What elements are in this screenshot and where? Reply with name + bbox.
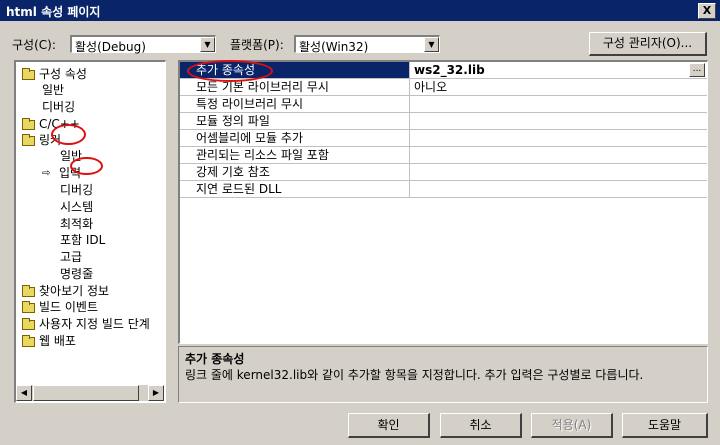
tree-item-label: 일반 (42, 83, 65, 97)
tree-item-label: 디버깅 (60, 183, 94, 197)
tree-item-label: C/C++ (39, 117, 80, 131)
selected-arrow-icon: ⇨ (42, 168, 51, 179)
folder-icon (22, 301, 35, 313)
property-row[interactable]: 강제 기호 참조 (180, 164, 707, 181)
property-value[interactable] (411, 96, 710, 112)
description-panel: 추가 종속성 링크 줄에 kernel32.lib와 같이 추가할 항목을 지정… (178, 346, 708, 403)
folder-icon (22, 285, 35, 297)
property-name: 모든 기본 라이브러리 무시 (180, 79, 410, 95)
help-button[interactable]: 도움말 (622, 413, 708, 438)
tree-item-label: 시스템 (60, 200, 94, 214)
scroll-right-icon[interactable]: ▶ (148, 385, 164, 401)
property-name: 추가 종속성 (180, 62, 410, 78)
close-button[interactable]: X (698, 3, 716, 19)
config-select-value: 활성(Debug) (75, 40, 146, 54)
tree-item-label: 최적화 (60, 217, 94, 231)
property-row[interactable]: 어셈블리에 모듈 추가 (180, 130, 707, 147)
property-grid[interactable]: 추가 종속성 ws2_32.lib... 모든 기본 라이브러리 무시 아니오 특정 라… (178, 60, 708, 344)
property-row[interactable]: 특정 라이브러리 무시 (180, 96, 707, 113)
tree-horizontal-scrollbar[interactable]: ◀ ▶ (16, 385, 164, 401)
tree-item-label: 웹 배포 (39, 334, 76, 348)
property-value[interactable] (411, 130, 710, 146)
property-name: 특정 라이브러리 무시 (180, 96, 410, 112)
scroll-left-icon[interactable]: ◀ (16, 385, 32, 401)
tree-item-label: 사용자 지정 빌드 단계 (39, 317, 150, 331)
property-row[interactable]: 모든 기본 라이브러리 무시 아니오 (180, 79, 707, 96)
apply-button[interactable]: 적용(A) (531, 413, 613, 438)
cancel-button[interactable]: 취소 (440, 413, 522, 438)
property-tree[interactable]: 구성 속성 일반 디버깅 C/C++ 링커 일반 ⇨ 입력 디버깅 시스템 최적화 포함 IDL 고급 명… (14, 60, 166, 403)
property-name: 지연 로드된 DLL (180, 181, 410, 197)
property-value[interactable] (411, 147, 710, 163)
platform-label: 플랫폼(P): (230, 38, 284, 52)
folder-open-icon (22, 68, 35, 80)
property-name: 모듈 정의 파일 (180, 113, 410, 129)
config-label: 구성(C): (12, 38, 56, 52)
config-manager-button[interactable]: 구성 관리자(O)... (589, 32, 707, 56)
tree-item-label: 빌드 이벤트 (39, 300, 99, 314)
folder-icon (22, 335, 35, 347)
description-text: 링크 줄에 kernel32.lib와 같이 추가할 항목을 지정합니다. 추가… (185, 368, 644, 382)
ok-button[interactable]: 확인 (348, 413, 430, 438)
property-row[interactable]: 추가 종속성 ws2_32.lib... (180, 62, 707, 79)
description-title: 추가 종속성 (185, 352, 245, 366)
title-bar: html 속성 페이지 X (0, 0, 720, 21)
config-select[interactable]: 활성(Debug) ▼ (70, 35, 216, 54)
property-name: 어셈블리에 모듈 추가 (180, 130, 410, 146)
property-value[interactable] (411, 181, 710, 197)
tree-item-label: 디버깅 (42, 100, 76, 114)
platform-select-value: 활성(Win32) (299, 40, 369, 54)
chevron-down-icon[interactable]: ▼ (424, 37, 439, 52)
tree-item-label: 링커 (39, 133, 62, 147)
folder-open-icon (22, 134, 35, 146)
tree-item-label: 포함 IDL (60, 233, 106, 247)
platform-select[interactable]: 활성(Win32) ▼ (294, 35, 440, 54)
tree-item-label: 구성 속성 (39, 67, 87, 81)
chevron-down-icon[interactable]: ▼ (200, 37, 215, 52)
folder-icon (22, 318, 35, 330)
tree-item-label: 입력 (59, 166, 82, 180)
property-value[interactable] (411, 164, 710, 180)
property-row[interactable]: 관리되는 리소스 파일 포함 (180, 147, 707, 164)
property-name: 관리되는 리소스 파일 포함 (180, 147, 410, 163)
property-row[interactable]: 모듈 정의 파일 (180, 113, 707, 130)
property-name: 강제 기호 참조 (180, 164, 410, 180)
folder-icon (22, 118, 35, 130)
ellipsis-button[interactable]: ... (689, 63, 705, 77)
property-value[interactable] (411, 113, 710, 129)
property-value[interactable]: 아니오 (411, 79, 710, 95)
property-row[interactable]: 지연 로드된 DLL (180, 181, 707, 198)
tree-item-label: 고급 (60, 250, 83, 264)
tree-item-label: 명령줄 (60, 267, 94, 281)
tree-item-label: 일반 (60, 149, 83, 163)
tree-item-label: 찾아보기 정보 (39, 284, 110, 298)
property-value[interactable]: ws2_32.lib (411, 62, 710, 78)
window-title: html 속성 페이지 (6, 5, 101, 19)
scroll-thumb[interactable] (33, 385, 139, 401)
